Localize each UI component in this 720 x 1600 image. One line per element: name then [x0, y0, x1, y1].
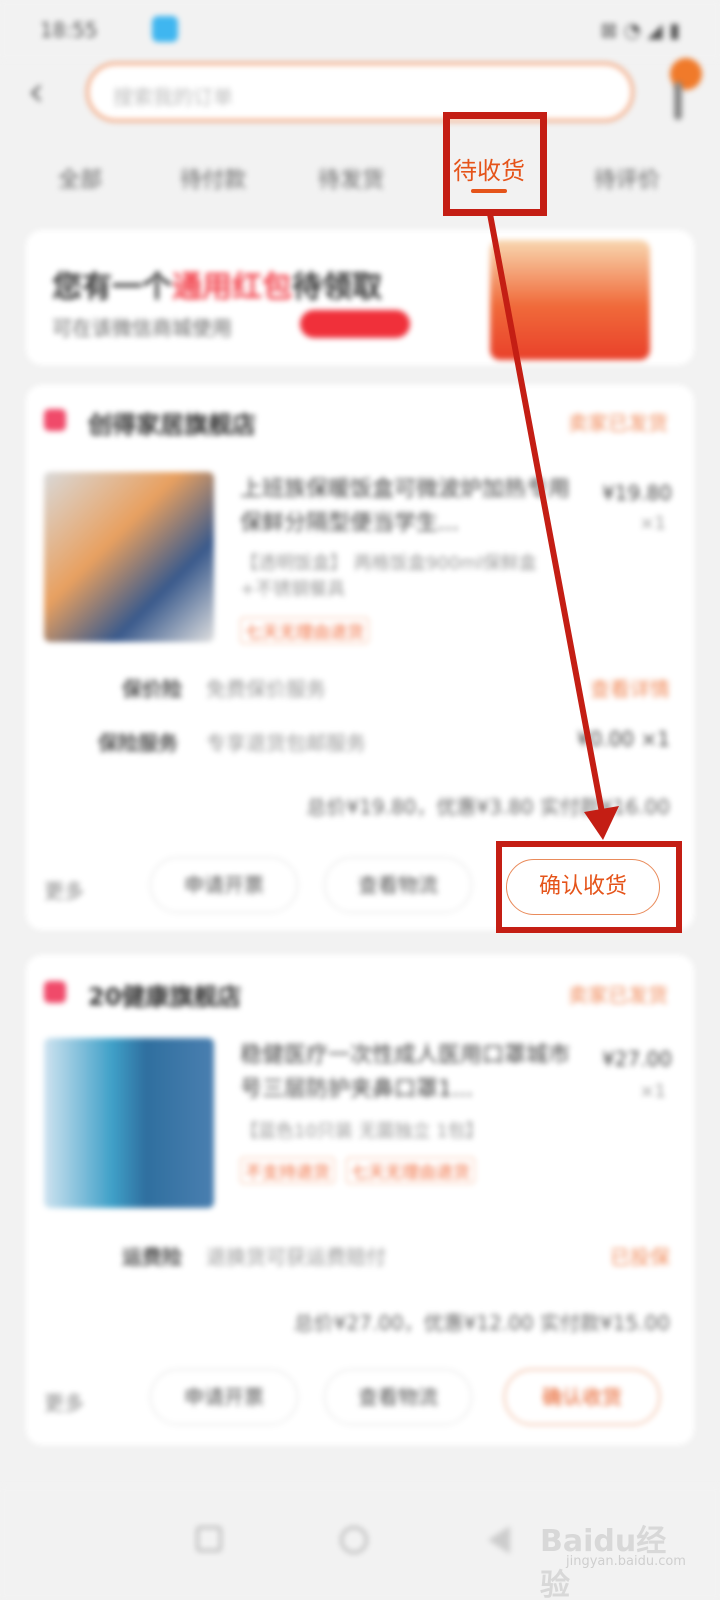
- logistics-button[interactable]: 查看物流: [324, 857, 472, 913]
- product-tag: 七天无理由退货: [346, 1157, 475, 1184]
- promo-title-suffix: 待领取: [292, 270, 382, 305]
- red-packet-image: [490, 240, 650, 360]
- back-arrow-icon[interactable]: ‹: [28, 72, 64, 112]
- product-quantity: ×1: [639, 1081, 666, 1102]
- promo-title-highlight: 通用红包: [172, 270, 292, 305]
- shop-name[interactable]: 创得家居旗舰店: [88, 405, 256, 440]
- confirm-receipt-button[interactable]: 确认收货: [504, 1369, 660, 1425]
- invoice-button[interactable]: 申请开票: [150, 857, 298, 913]
- shop-icon: [44, 981, 66, 1003]
- tab-pending-receipt[interactable]: 待收货: [444, 151, 534, 186]
- watermark-url: jingyan.baidu.com: [566, 1554, 686, 1569]
- order-summary: 总价¥19.80，优惠¥3.80 实付款¥16.00: [306, 795, 670, 819]
- invoice-button[interactable]: 申请开票: [150, 1369, 298, 1425]
- recent-apps-icon[interactable]: [196, 1526, 222, 1552]
- service-detail-link[interactable]: 查看详情: [590, 673, 670, 702]
- shipping-insurance-status: 已投保: [610, 1245, 670, 1269]
- baidu-watermark: Baidu经验 jingyan.baidu.com: [540, 1512, 690, 1600]
- promo-claim-button[interactable]: [300, 310, 410, 338]
- status-bar: 18:55 ⊠ ◔ ◢ ▮: [0, 0, 720, 60]
- search-input[interactable]: 搜索我的订单: [86, 62, 634, 122]
- logistics-button[interactable]: 查看物流: [324, 1369, 472, 1425]
- confirm-highlight-box: 确认收货: [496, 841, 682, 933]
- tab-all[interactable]: 全部: [58, 162, 102, 194]
- order-tabs: 全部 待付款 待发货 待评价: [0, 140, 720, 210]
- service-label: 保价险: [122, 677, 182, 701]
- red-packet-promo-card[interactable]: 您有一个通用红包待领取 可在该微信商城使用: [26, 230, 694, 365]
- tab-pending-shipment[interactable]: 待发货: [318, 162, 384, 194]
- product-title[interactable]: 上班族保暖饭盒可微波炉加热专用保鲜分隔型便当学生...: [240, 473, 580, 541]
- product-image[interactable]: [44, 1038, 214, 1208]
- promo-title-prefix: 您有一个: [52, 270, 172, 305]
- product-tag: 七天无理由退货: [240, 617, 369, 644]
- promo-title: 您有一个通用红包待领取: [52, 262, 382, 306]
- order-summary: 总价¥27.00，优惠¥12.00 实付款¥15.00: [293, 1311, 670, 1335]
- more-menu-icon[interactable]: [674, 82, 682, 120]
- insurance-value: 专享退货包邮服务: [206, 731, 366, 755]
- product-quantity: ×1: [639, 513, 666, 534]
- header: ‹ 搜索我的订单: [0, 58, 720, 128]
- product-spec: 【透明饭盒】 两格饭盒900ml保鲜盒+不锈钢餐具: [240, 553, 537, 600]
- confirm-receipt-button[interactable]: 确认收货: [506, 859, 660, 915]
- product-spec: 【蓝色10只装 无菌独立 1包】: [240, 1121, 484, 1142]
- product-price: ¥27.00: [602, 1047, 672, 1071]
- shop-name[interactable]: 20健康旗舰店: [88, 977, 241, 1012]
- product-title[interactable]: 稳健医疗一次性成人医用口罩城市号三层防护夹鼻口罩1...: [240, 1039, 580, 1107]
- order-card: 20健康旗舰店 卖家已发货 稳健医疗一次性成人医用口罩城市号三层防护夹鼻口罩1.…: [26, 955, 694, 1445]
- tab-highlight-box: 待收货: [443, 112, 547, 216]
- home-icon[interactable]: [340, 1526, 368, 1554]
- product-image[interactable]: [44, 472, 214, 642]
- insurance-label: 保险服务: [98, 731, 178, 755]
- tab-pending-payment[interactable]: 待付款: [180, 162, 246, 194]
- search-placeholder: 搜索我的订单: [113, 85, 233, 109]
- status-time: 18:55: [40, 18, 98, 42]
- tab-active-indicator: [471, 189, 507, 193]
- app-notification-icon: [152, 16, 178, 42]
- shipping-insurance-value: 退换货可获运费赔付: [206, 1245, 386, 1269]
- promo-subtitle: 可在该微信商城使用: [52, 316, 232, 340]
- insurance-price: ¥0.00 ×1: [576, 727, 670, 751]
- more-link[interactable]: 更多: [44, 1387, 84, 1416]
- more-link[interactable]: 更多: [44, 875, 84, 904]
- tab-pending-review[interactable]: 待评价: [594, 162, 660, 194]
- shop-icon: [44, 409, 66, 431]
- service-value: 免费保价服务: [206, 677, 326, 701]
- order-status: 卖家已发货: [568, 411, 668, 435]
- shipping-insurance-label: 运费险: [122, 1245, 182, 1269]
- product-tag: 不支持退货: [240, 1157, 335, 1184]
- back-triangle-icon[interactable]: [488, 1526, 510, 1554]
- status-icons: ⊠ ◔ ◢ ▮: [600, 18, 680, 42]
- order-status: 卖家已发货: [568, 983, 668, 1007]
- product-price: ¥19.80: [602, 481, 672, 505]
